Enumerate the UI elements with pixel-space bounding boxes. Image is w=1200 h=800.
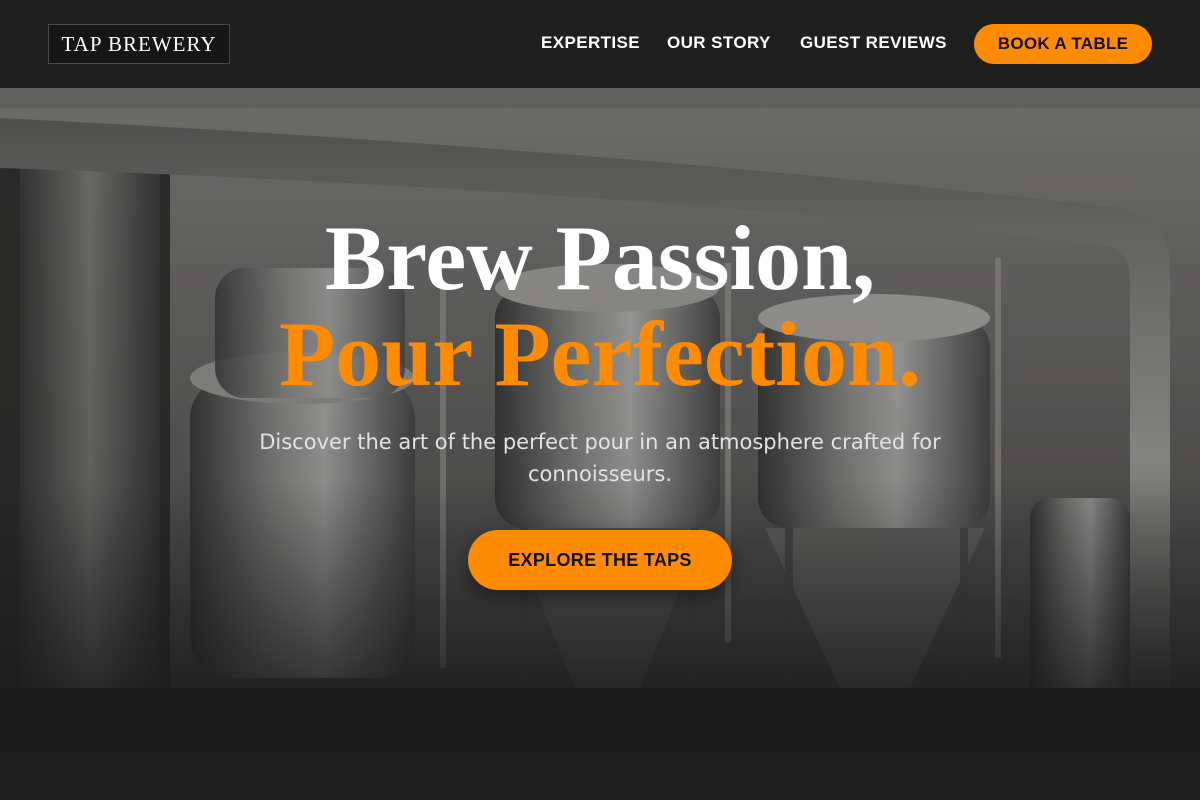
site-logo[interactable]: TAP BREWERY	[48, 24, 230, 64]
book-a-table-button[interactable]: BOOK A TABLE	[974, 24, 1152, 64]
hero-headline-line2: Pour Perfection.	[278, 303, 922, 405]
nav-link-our-story[interactable]: OUR STORY	[667, 33, 771, 53]
hero-subtext: Discover the art of the perfect pour in …	[259, 430, 941, 486]
hero-headline-line1: Brew Passion,	[324, 207, 876, 309]
explore-the-taps-button[interactable]: EXPLORE THE TAPS	[468, 530, 732, 590]
nav-link-expertise[interactable]: EXPERTISE	[541, 33, 640, 53]
hero-section: Brew Passion, Pour Perfection. Discover …	[0, 88, 1200, 800]
site-header: TAP BREWERY EXPERTISE OUR STORY GUEST RE…	[0, 0, 1200, 88]
nav-link-guest-reviews[interactable]: GUEST REVIEWS	[800, 33, 947, 53]
